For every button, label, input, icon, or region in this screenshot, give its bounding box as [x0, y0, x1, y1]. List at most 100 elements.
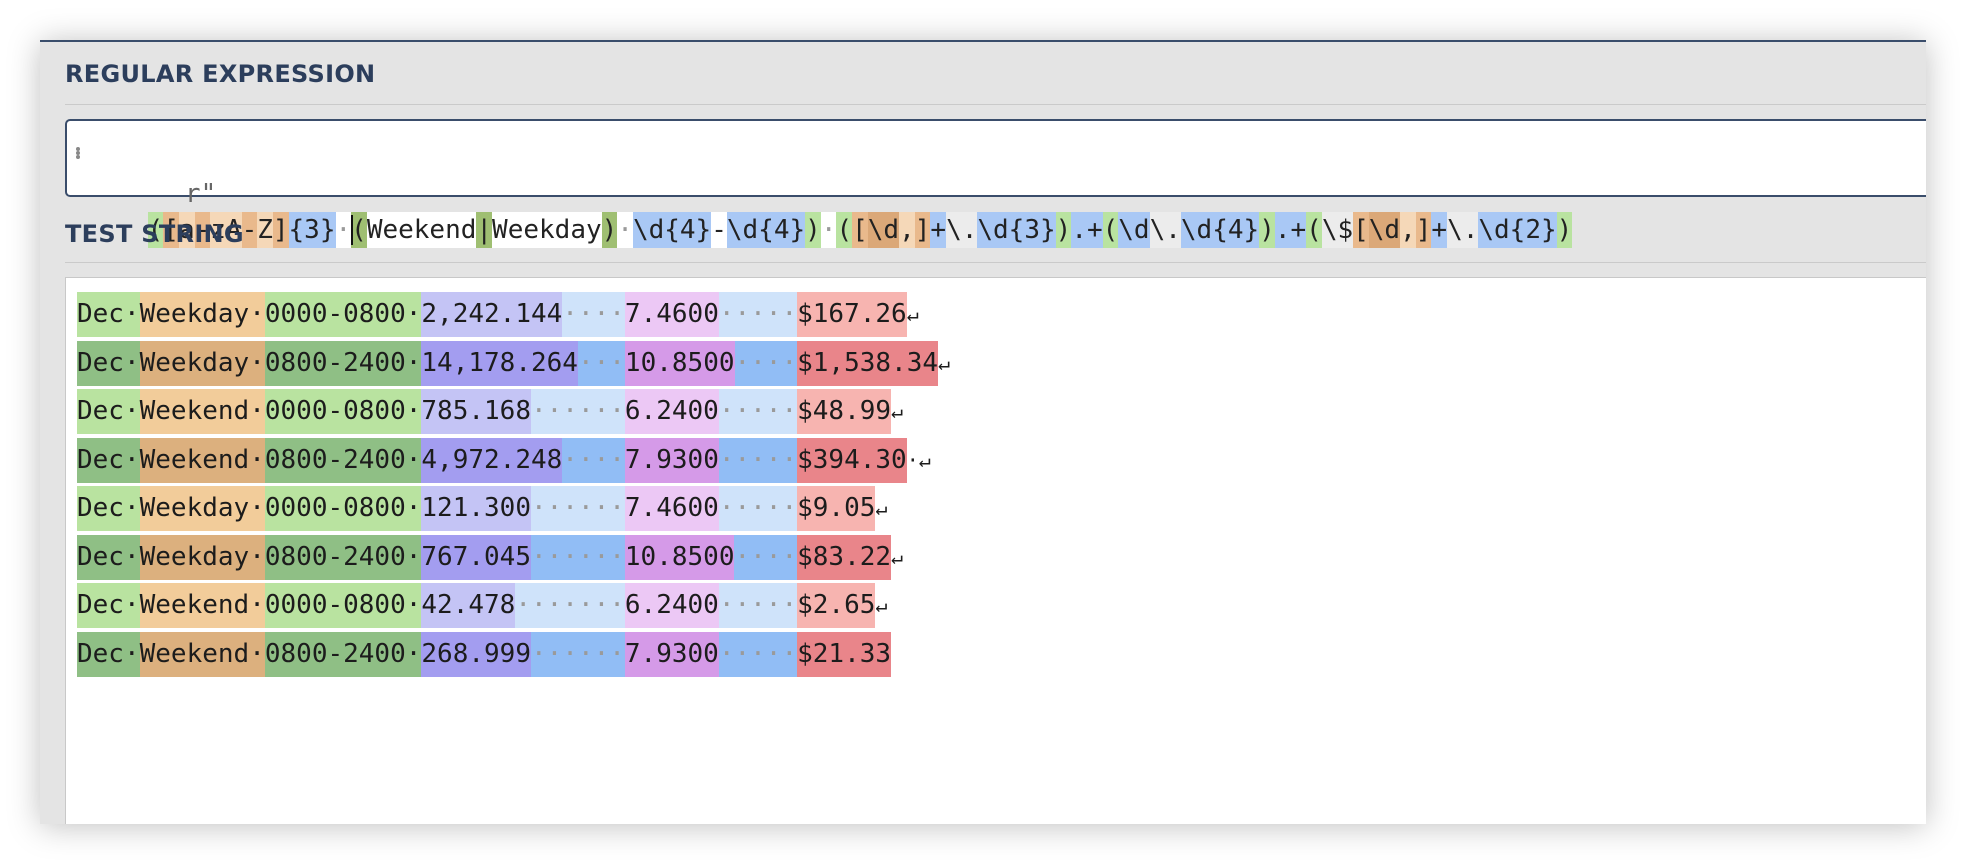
match-group-month: Dec	[77, 631, 124, 677]
match-group-g4: 7.9300	[624, 631, 719, 677]
space-marker: ·	[123, 340, 140, 386]
match-group-day: Weekday	[139, 340, 250, 386]
regex-token: |	[476, 212, 493, 248]
regex-token: \d	[1118, 212, 1150, 248]
match-group-day: Weekday	[139, 534, 250, 580]
space-marker: ·	[405, 437, 422, 483]
match-group-g4: 7.9300	[624, 437, 719, 483]
regex-token: \.	[946, 212, 978, 248]
whitespace-run: ·····	[718, 583, 798, 628]
match-group-time: 0800-2400	[264, 631, 406, 677]
test-string-input[interactable]: Dec·Weekday·0000-0800·2,242.144····7.460…	[65, 277, 1926, 824]
whitespace-run: ······	[530, 389, 625, 434]
match-group-time: 0800-2400	[264, 340, 406, 386]
match-group-month: Dec	[77, 389, 124, 434]
space-marker: ·	[249, 534, 265, 580]
drag-handle-icon[interactable]	[76, 147, 80, 183]
match-group-time: 0800-2400	[264, 534, 406, 580]
whitespace-run: ·······	[515, 583, 625, 628]
whitespace-run: ····	[562, 437, 625, 483]
test-line: Dec·Weekday·0000-0800·2,242.144····7.460…	[77, 292, 950, 341]
test-line: Dec·Weekday·0800-2400·767.045······10.85…	[77, 534, 950, 584]
match-group-time: 0000-0800	[264, 292, 406, 337]
regex-token: \d{2}	[1478, 212, 1557, 248]
regex-token: \.	[1149, 212, 1181, 248]
regex-token: +	[1431, 212, 1448, 248]
newline-marker: ·↵	[906, 447, 931, 472]
space-marker: ·	[123, 534, 140, 580]
regex-token: (	[836, 212, 853, 248]
regex-token: \d	[1368, 212, 1401, 248]
whitespace-run: ·····	[718, 292, 798, 337]
regex-token: )	[601, 212, 618, 248]
regex-input[interactable]: r" ([a-zA-Z]{3}·(Weekend|Weekday)·\d{4}-…	[65, 119, 1926, 248]
regex-token: )	[1055, 212, 1072, 248]
regex-token: \.	[1447, 212, 1479, 248]
whitespace-run: ·····	[718, 389, 798, 434]
test-line: Dec·Weekday·0800-2400·14,178.264···10.85…	[77, 340, 951, 390]
regex-token: ]	[272, 212, 289, 248]
regex-editor-line[interactable]: r" ([a-zA-Z]{3}·(Weekend|Weekday)·\d{4}-…	[76, 140, 1573, 248]
match-group-g4: 6.2400	[624, 389, 719, 434]
match-group-g3: 268.999	[421, 631, 531, 677]
regex-token: Weekend	[366, 212, 477, 248]
match-group-g3: 14,178.264	[421, 340, 578, 386]
match-group-g5: $1,538.34	[797, 340, 939, 386]
whitespace-run: ····	[734, 534, 798, 580]
space-marker: ·	[405, 340, 422, 386]
space-marker: ·	[249, 437, 265, 483]
regex-token: [	[852, 212, 868, 248]
newline-marker: ↵	[906, 302, 919, 326]
regex-token: \$	[1321, 212, 1354, 248]
match-group-day: Weekday	[139, 486, 250, 531]
newline-marker: ↵	[875, 593, 888, 617]
space-marker: ·	[405, 486, 422, 531]
regex-token: ·	[335, 212, 352, 248]
test-line: Dec·Weekend·0800-2400·268.999······7.930…	[77, 631, 950, 681]
regex-token: +	[930, 212, 947, 248]
match-group-g3: 42.478	[421, 583, 516, 628]
regex-token: \d{4}	[632, 212, 712, 248]
match-group-g5: $2.65	[797, 583, 876, 628]
match-group-g5: $9.05	[797, 486, 876, 531]
regex-token: ·	[820, 212, 837, 248]
match-group-time: 0800-2400	[264, 437, 406, 483]
test-section-label: TEST STRING	[65, 220, 244, 248]
space-marker: ·	[405, 583, 422, 628]
regex-token: ,	[899, 212, 915, 248]
newline-marker: ↵	[938, 350, 951, 375]
test-line: Dec·Weekend·0000-0800·785.168······6.240…	[77, 389, 950, 438]
match-group-g5: $48.99	[797, 389, 892, 434]
match-group-day: Weekend	[139, 631, 250, 677]
match-group-time: 0000-0800	[264, 486, 406, 531]
regex-token: \d{3}	[977, 212, 1056, 248]
match-group-g3: 785.168	[421, 389, 531, 434]
whitespace-run: ·····	[718, 631, 798, 677]
space-marker: ·	[249, 292, 265, 337]
regex-token: \d{4}	[726, 212, 806, 248]
space-marker: ·	[123, 437, 140, 483]
space-marker: ·	[123, 631, 140, 677]
space-marker: ·	[123, 486, 140, 531]
whitespace-run: ····	[562, 292, 625, 337]
match-group-g4: 10.8500	[624, 340, 735, 386]
space-marker: ·	[249, 340, 265, 386]
regex-token: (	[1306, 212, 1322, 248]
regex-token: \d{4}	[1180, 212, 1260, 248]
match-group-g4: 10.8500	[624, 534, 735, 580]
match-group-g3: 767.045	[421, 534, 531, 580]
regex-section-label: REGULAR EXPRESSION	[65, 60, 376, 88]
whitespace-run: ······	[530, 631, 625, 677]
space-marker: ·	[405, 389, 422, 434]
whitespace-run: ····	[734, 340, 798, 386]
whitespace-run: ·····	[718, 437, 798, 483]
regex-token: (	[1102, 212, 1119, 248]
regex-token: ]	[1415, 212, 1432, 248]
match-group-g4: 7.4600	[624, 292, 719, 337]
newline-marker: ↵	[891, 399, 904, 423]
space-marker: ·	[123, 583, 140, 628]
newline-marker: ↵	[891, 544, 904, 569]
match-group-g5: $394.30	[797, 437, 907, 483]
space-marker: ·	[249, 631, 265, 677]
test-line: Dec·Weekend·0800-2400·4,972.248····7.930…	[77, 437, 950, 487]
